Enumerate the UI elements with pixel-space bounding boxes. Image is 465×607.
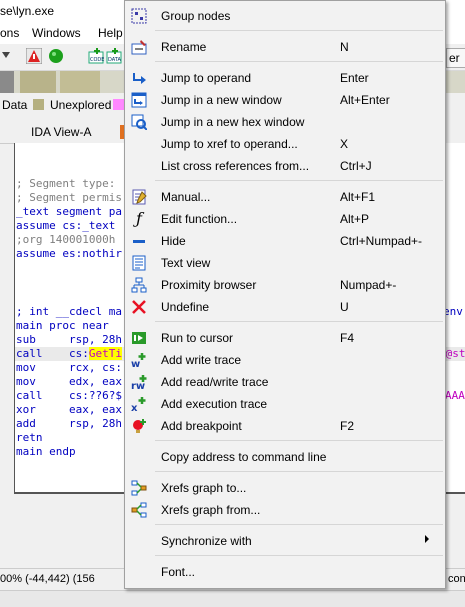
run-cursor-icon — [131, 330, 147, 346]
menu-item-xrefs-graph-from[interactable]: Xrefs graph from... — [125, 499, 445, 521]
code-line: assume es:nothir — [16, 247, 122, 260]
code-line: retn — [16, 431, 43, 444]
code-line: _text segment pa — [16, 205, 122, 218]
menu-item-add-breakpoint[interactable]: Add breakpoint F2 — [125, 415, 445, 437]
menu-separator — [155, 321, 443, 322]
menu-help[interactable]: Help — [98, 26, 123, 40]
exec-trace-icon: x — [131, 396, 147, 414]
menu-item-add-rw-trace[interactable]: rw Add read/write trace — [125, 371, 445, 393]
menu-item-synchronize-with[interactable]: Synchronize with — [125, 530, 445, 552]
dropdown-arrow-icon[interactable] — [2, 52, 10, 58]
jump-operand-icon — [131, 70, 147, 86]
status-right: con — [448, 573, 465, 585]
run-icon[interactable] — [48, 48, 64, 64]
function-icon: ƒ — [136, 209, 142, 228]
menu-separator — [155, 30, 443, 31]
new-window-icon — [131, 92, 147, 108]
manual-icon — [131, 189, 147, 205]
menu-separator — [155, 440, 443, 441]
menu-separator — [155, 524, 443, 525]
menu-item-hide[interactable]: Hide Ctrl+Numpad+- — [125, 230, 445, 252]
menu-separator — [155, 180, 443, 181]
write-trace-icon: w — [131, 352, 147, 370]
hex-window-icon — [131, 114, 148, 131]
menu-item-jump-new-window[interactable]: Jump in a new window Alt+Enter — [125, 89, 445, 111]
menu-item-proximity-browser[interactable]: Proximity browser Numpad+- — [125, 274, 445, 296]
legend-data: Data — [2, 98, 28, 112]
code-line: xor eax, eax — [16, 403, 122, 416]
group-nodes-icon — [131, 8, 147, 24]
svg-text:DATA: DATA — [108, 57, 121, 63]
svg-text:x: x — [131, 403, 138, 412]
menu-item-run-to-cursor[interactable]: Run to cursor F4 — [125, 327, 445, 349]
code-line: sub rsp, 28h — [16, 333, 122, 346]
code-line: ;org 140001000h — [16, 233, 116, 246]
svg-text:w: w — [131, 359, 140, 368]
menu-separator — [155, 555, 443, 556]
menu-item-add-write-trace[interactable]: w Add write trace — [125, 349, 445, 371]
code-line: mov rcx, cs: — [16, 361, 122, 374]
menu-item-jump-new-hex-window[interactable]: Jump in a new hex window — [125, 111, 445, 133]
menu-item-manual[interactable]: Manual... Alt+F1 — [125, 186, 445, 208]
svg-text:CODE: CODE — [90, 57, 104, 63]
legend-unexplored: Unexplored — [50, 98, 112, 112]
menu-options[interactable]: ons — [0, 26, 19, 40]
rename-icon — [131, 39, 147, 55]
code-line: ; Segment permis — [16, 191, 122, 204]
code-icon[interactable]: CODE — [88, 48, 104, 64]
hide-icon — [131, 233, 147, 249]
menu-item-list-xrefs[interactable]: List cross references from... Ctrl+J — [125, 155, 445, 177]
menu-item-add-execution-trace[interactable]: x Add execution trace — [125, 393, 445, 415]
code-line: call cs:GetTi — [16, 347, 122, 360]
menu-item-rename[interactable]: Rename N — [125, 36, 445, 58]
code-line: call cs:??6?$ — [16, 389, 122, 402]
menu-item-jump-to-operand[interactable]: Jump to operand Enter — [125, 67, 445, 89]
legend-swatch — [113, 99, 124, 110]
menu-item-group-nodes[interactable]: Group nodes — [125, 5, 445, 27]
tab-ida-view-a[interactable]: IDA View-A — [31, 125, 91, 139]
code-line: ; Segment type: — [16, 177, 116, 190]
code-line: ; int __cdecl ma — [16, 305, 122, 318]
context-menu: Group nodes Rename N Jump to operand Ent… — [124, 0, 446, 589]
rw-trace-icon: rw — [131, 374, 147, 392]
code-line: main proc near — [16, 319, 109, 332]
code-line-right: AAA — [445, 389, 465, 402]
code-line: add rsp, 28h — [16, 417, 122, 430]
menu-item-xrefs-graph-to[interactable]: Xrefs graph to... — [125, 477, 445, 499]
warning-icon[interactable] — [25, 47, 43, 65]
menu-item-edit-function[interactable]: ƒ Edit function... Alt+P — [125, 208, 445, 230]
undefine-icon — [131, 299, 147, 315]
code-line: assume cs:_text — [16, 219, 116, 232]
toolbar-dropdown[interactable]: er — [446, 48, 465, 68]
menu-separator — [155, 61, 443, 62]
data-icon[interactable]: DATA — [106, 48, 122, 64]
menu-item-undefine[interactable]: Undefine U — [125, 296, 445, 318]
svg-text:rw: rw — [131, 381, 145, 390]
menu-item-copy-address[interactable]: Copy address to command line — [125, 446, 445, 468]
text-view-icon — [131, 255, 147, 271]
menu-windows[interactable]: Windows — [32, 26, 81, 40]
proximity-icon — [131, 277, 147, 293]
legend-unexplored-swatch — [33, 99, 44, 110]
code-line: mov edx, eax — [16, 375, 122, 388]
xrefs-to-icon — [131, 480, 147, 496]
menu-item-font[interactable]: Font... — [125, 561, 445, 583]
submenu-arrow-icon — [425, 535, 429, 543]
bottom-band — [0, 590, 465, 607]
xrefs-from-icon — [131, 502, 147, 518]
status-coordinates: 00% (-44,442) (156 — [0, 573, 95, 585]
menu-item-jump-xref[interactable]: Jump to xref to operand... X — [125, 133, 445, 155]
menu-separator — [155, 471, 443, 472]
breakpoint-icon — [131, 418, 147, 434]
code-line: main endp — [16, 445, 76, 458]
menu-item-text-view[interactable]: Text view — [125, 252, 445, 274]
window-title: se\lyn.exe — [0, 4, 55, 18]
